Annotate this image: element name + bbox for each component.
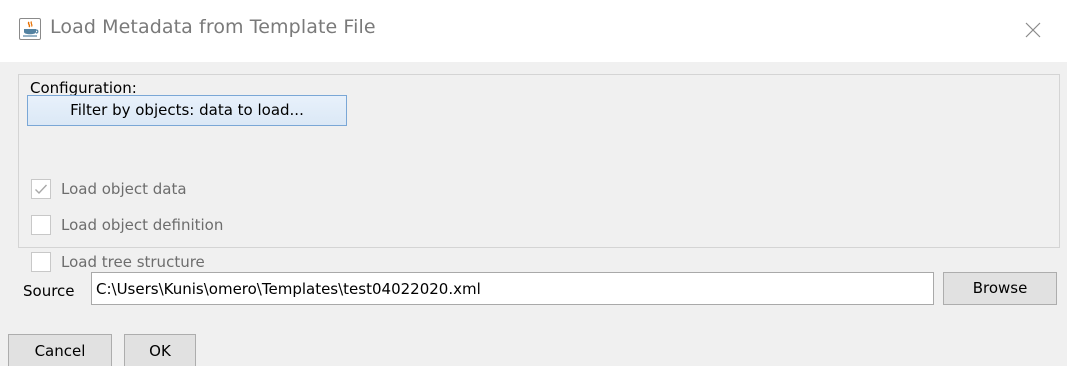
load-tree-structure-checkbox[interactable]: Load tree structure: [31, 251, 205, 273]
checkbox-box: [31, 252, 51, 272]
filter-by-objects-button[interactable]: Filter by objects: data to load...: [27, 95, 347, 126]
title-bar: Load Metadata from Template File: [0, 0, 1067, 62]
load-object-data-checkbox[interactable]: Load object data: [31, 178, 187, 200]
cancel-button[interactable]: Cancel: [8, 334, 112, 366]
checkbox-box: [31, 179, 51, 199]
load-object-definition-checkbox[interactable]: Load object definition: [31, 214, 223, 236]
checkbox-label: Load object data: [61, 180, 187, 198]
close-button[interactable]: [1012, 12, 1054, 48]
browse-button[interactable]: Browse: [943, 272, 1057, 305]
checkbox-box: [31, 215, 51, 235]
close-icon: [1025, 22, 1041, 38]
source-path-input[interactable]: [91, 272, 934, 305]
checkmark-icon: [35, 184, 48, 195]
window-title: Load Metadata from Template File: [50, 16, 376, 38]
java-cup-icon: [19, 18, 41, 40]
source-label: Source: [23, 282, 75, 300]
checkbox-label: Load object definition: [61, 216, 224, 234]
ok-button[interactable]: OK: [124, 334, 196, 366]
dialog-content: Configuration: Filter by objects: data t…: [0, 62, 1067, 366]
checkbox-label: Load tree structure: [61, 253, 205, 271]
